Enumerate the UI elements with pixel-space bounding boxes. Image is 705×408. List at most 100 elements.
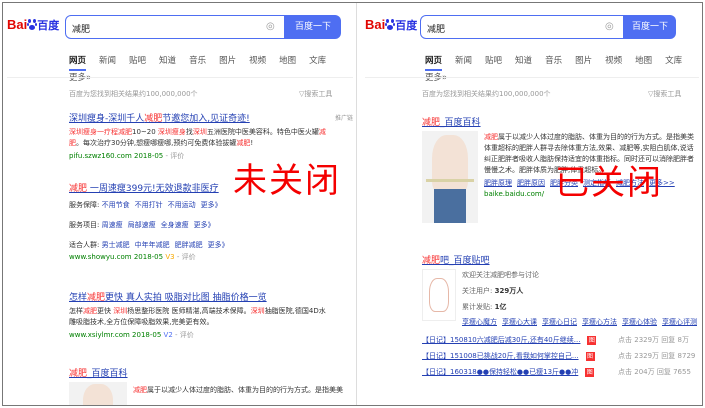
search-input[interactable]: 减肥 ◎ <box>420 15 624 39</box>
logo-text: Bai <box>7 17 28 32</box>
svc-link[interactable]: 更多》 <box>201 201 222 209</box>
rating-link[interactable]: 评价 <box>182 253 196 261</box>
result-title[interactable]: 深圳瘦身-深圳千人减肥节邀您加入,见证奇迹! <box>69 111 353 124</box>
title-part: 节邀您加入,见证奇迹! <box>162 114 250 124</box>
tab-web[interactable]: 网页 <box>425 54 443 71</box>
desc-highlight: 减肥 <box>83 307 97 315</box>
svc-link[interactable]: 肥胖减肥 <box>175 241 203 249</box>
rating-link[interactable]: 评价 <box>170 152 184 160</box>
baike-thumbnail[interactable] <box>422 131 478 223</box>
desc-part: 杨思整形医院 医师精湛,高端技术保障。 <box>127 307 251 315</box>
camera-icon[interactable]: ◎ <box>266 21 278 33</box>
result-title[interactable]: 减肥_百度百科 <box>69 366 353 379</box>
thread-row[interactable]: 【日记】151008已挑战20斤,看我如何掌控自己... 图 点击 2329万 回复… <box>422 351 696 361</box>
thread-stats: 点击 204万 回复 7655 <box>618 368 691 376</box>
camera-icon[interactable]: ◎ <box>605 21 617 33</box>
result-description: 减肥属于以减少人体过度的脂肪、体重为目的的行为方式。是指美美 <box>133 385 353 396</box>
title-part: _百度百科 <box>87 369 128 379</box>
tab-web[interactable]: 网页 <box>69 54 87 71</box>
panel-divider <box>356 3 357 405</box>
svc-link[interactable]: 不用节食 <box>102 201 130 209</box>
result-title[interactable]: 减肥_百度百科 <box>422 115 694 128</box>
desc-highlight: 深圳 <box>192 128 207 136</box>
search-button[interactable]: 百度一下 <box>285 15 341 39</box>
thread-title[interactable]: 151008已挑战20斤,看我如何掌控自己... <box>450 352 579 360</box>
tieba-link[interactable]: 享瘦心日记 <box>542 318 577 326</box>
tab-images[interactable]: 图片 <box>219 54 236 66</box>
tieba-link[interactable]: 享瘦心体验 <box>622 318 657 326</box>
tab-tieba[interactable]: 贴吧 <box>129 54 146 66</box>
tab-video[interactable]: 视频 <box>249 54 266 66</box>
tab-music[interactable]: 音乐 <box>189 54 206 66</box>
svc-link[interactable]: 更多》 <box>194 221 215 229</box>
desc-highlight: 减肥 <box>484 133 498 141</box>
tab-news[interactable]: 新闻 <box>99 54 116 66</box>
follow-value: 329万人 <box>494 287 524 295</box>
desc-part: ! <box>250 139 254 147</box>
search-query: 减肥 <box>427 25 446 35</box>
baike-thumbnail[interactable] <box>69 382 127 405</box>
svc-link[interactable]: 更多》 <box>208 241 229 249</box>
tab-zhidao[interactable]: 知道 <box>159 54 176 66</box>
tab-video[interactable]: 视频 <box>605 54 622 66</box>
thumb-figure-outline <box>429 278 449 312</box>
tab-music[interactable]: 音乐 <box>545 54 562 66</box>
tab-tieba[interactable]: 贴吧 <box>485 54 502 66</box>
tab-zhidao[interactable]: 知道 <box>515 54 532 66</box>
right-header: Bai 百度 减肥 ◎ 百度一下 <box>365 11 699 39</box>
tab-map[interactable]: 地图 <box>635 54 652 66</box>
baidu-logo[interactable]: Bai 百度 <box>7 15 61 35</box>
thread-row[interactable]: 【日记】160318●●保持轻松●●已瘦13斤●●冲图 点击 204万 回复 76… <box>422 367 694 377</box>
svc-link[interactable]: 不用运动 <box>168 201 196 209</box>
title-highlight: 减肥 <box>69 369 88 379</box>
result-date: 2018-05 <box>134 152 164 160</box>
tab-news[interactable]: 新闻 <box>455 54 472 66</box>
url-text: www.xsiylmr.com <box>69 331 130 339</box>
title-part: 怎样 <box>69 293 88 303</box>
tab-images[interactable]: 图片 <box>575 54 592 66</box>
svc-link[interactable]: 局部速瘦 <box>128 221 156 229</box>
baidu-logo[interactable]: Bai 百度 <box>365 15 419 35</box>
header-divider <box>7 77 353 78</box>
paw-icon <box>385 19 396 31</box>
right-nav-tabs: 网页 新闻 贴吧 知道 音乐 图片 视频 地图 文库更多» <box>425 54 699 83</box>
result-title[interactable]: 减肥吧_百度贴吧 <box>422 253 694 266</box>
thread-title[interactable]: 160318●●保持轻松●●已瘦13斤●●冲 <box>450 368 578 376</box>
result-url[interactable]: www.xsiylmr.com 2018-05 V2 - 评价 <box>69 330 353 340</box>
tab-map[interactable]: 地图 <box>279 54 296 66</box>
search-tools-button[interactable]: ▽搜索工具 <box>299 89 332 99</box>
search-input[interactable]: 减肥 ◎ <box>65 15 285 39</box>
desc-part: 找 <box>185 128 193 136</box>
baike-link[interactable]: 肥胖原因 <box>517 179 545 187</box>
tieba-link[interactable]: 享瘦心方法 <box>582 318 617 326</box>
url-text: www.showyu.com <box>69 253 132 261</box>
title-part: 更快 真人实拍 吸脂对比图 抽脂价格一览 <box>105 293 267 303</box>
tieba-link[interactable]: 享瘦心评测 <box>662 318 697 326</box>
svc-link[interactable]: 周速瘦 <box>102 221 123 229</box>
svc-link[interactable]: 不用打针 <box>135 201 163 209</box>
thread-row[interactable]: 【日记】150810六减肥后减30斤,还有40斤继续... 图 点击 2329万 回… <box>422 335 694 345</box>
not-closed-annotation: 未关闭 <box>233 161 341 201</box>
tieba-followers: 关注用户: 329万人 <box>462 286 694 297</box>
header-divider <box>365 77 699 78</box>
tab-wenku[interactable]: 文库 <box>309 54 326 66</box>
thread-title[interactable]: 150810六减肥后减30斤,还有40斤继续... <box>450 336 580 344</box>
tab-wenku[interactable]: 文库 <box>665 54 682 66</box>
tieba-link[interactable]: 享瘦心魔方 <box>462 318 497 326</box>
logo-cn: 百度 <box>395 20 418 32</box>
title-highlight: 减肥 <box>69 184 88 194</box>
result-url[interactable]: www.showyu.com 2018-05 V3 - 评价 <box>69 252 353 262</box>
svc-link[interactable]: 男士减肥 <box>102 241 130 249</box>
result-title[interactable]: 怎样减肥更快 真人实拍 吸脂对比图 抽脂价格一览 <box>69 290 353 303</box>
search-result-baike: 减肥_百度百科 减肥属于以减少人体过度的脂肪、体重为目的的行为方式。是指美美 <box>69 366 353 405</box>
thread-stats: 点击 2329万 回复 8729 <box>618 352 696 360</box>
search-button[interactable]: 百度一下 <box>624 15 676 39</box>
tieba-link[interactable]: 享瘦心大课 <box>502 318 537 326</box>
thread-tag: 【日记】 <box>422 352 450 360</box>
baike-link[interactable]: 肥胖原理 <box>484 179 512 187</box>
svc-link[interactable]: 全身速瘦 <box>161 221 189 229</box>
rating-link[interactable]: 评价 <box>180 331 194 339</box>
svc-link[interactable]: 中年年减肥 <box>135 241 170 249</box>
search-tools-button[interactable]: ▽搜索工具 <box>648 89 681 99</box>
tieba-thumbnail[interactable] <box>422 269 456 321</box>
